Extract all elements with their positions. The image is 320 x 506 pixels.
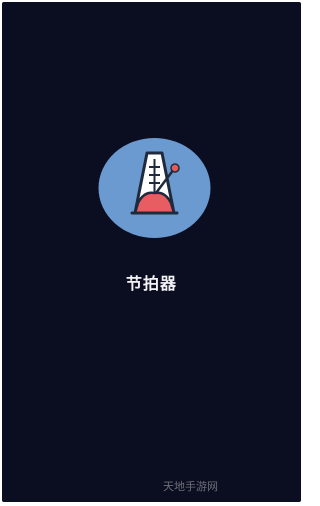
watermark-text: 天地手游网 (163, 480, 218, 493)
metronome-icon (98, 138, 211, 238)
splash-screen: 节拍器 (2, 2, 301, 502)
app-name: 节拍器 (125, 274, 177, 293)
